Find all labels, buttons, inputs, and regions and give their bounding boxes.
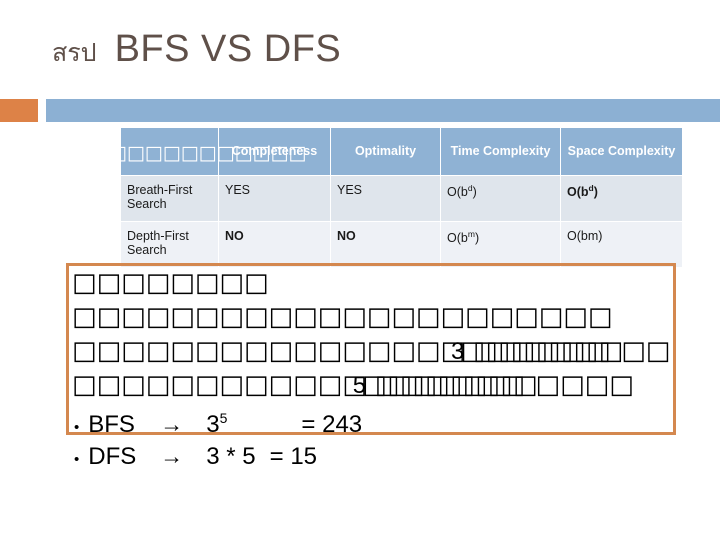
expr-base: 3 <box>206 411 220 438</box>
accent-bar-blue <box>46 99 720 122</box>
cell-space-complexity: O(bm) <box>560 221 683 268</box>
body-line-3-post: □□ <box>621 336 671 366</box>
bullet-list: • BFS → 35 = 243 • DFS → 3 * 5 = 15 <box>74 404 674 474</box>
column-header-time-complexity: Time Complexity <box>440 127 561 176</box>
body-line-4-post: □□□□ <box>535 370 634 400</box>
cell-completeness: NO <box>218 221 331 268</box>
bullet-result-dfs: = 15 <box>269 443 318 470</box>
cell-algorithm-name: Breath-First Search <box>120 175 219 222</box>
column-header-algorithm: □□□□□□□□□□□□□ <box>73 127 306 176</box>
list-item: • DFS → 3 * 5 = 15 <box>74 442 674 474</box>
column-header-space-complexity: Space Complexity <box>560 127 683 176</box>
arrow-right-icon: → <box>160 411 184 437</box>
bullet-expression-dfs: 3 * 5 <box>206 442 255 471</box>
bullet-expression-bfs: 35 <box>206 404 227 439</box>
body-line-1: □□□□□□□□ <box>72 268 269 298</box>
body-line-4-digit: 5 <box>352 372 367 399</box>
bullet-dot-icon: • <box>74 419 80 436</box>
body-line-3: □□□□□□□□□□□□□□□□3□□□□□□□□□□□□ □□ <box>72 334 720 368</box>
cell-completeness: YES <box>218 175 331 222</box>
slide-canvas: สรป BFS VS DFS □□□□□□□□□□□□□ Completenes… <box>0 0 720 540</box>
body-text-block: □□□□□□□□ □□□□□□□□□□□□□□□□□□□□□□ □□□□□□□□… <box>72 266 720 402</box>
cell-time-complexity: O(bd) <box>440 175 561 222</box>
table-row: Breath-First Search YES YES O(bd) O(bd) <box>120 175 683 222</box>
expr-exponent: 5 <box>219 410 228 426</box>
space-base: O(bm) <box>567 229 603 243</box>
column-header-algorithm-label: □□□□□□□□□□□□□ <box>73 142 307 164</box>
bullet-label-dfs: DFS <box>88 443 137 470</box>
bullet-result-bfs: = 243 <box>301 411 363 438</box>
time-tail: ) <box>474 231 480 246</box>
body-line-2: □□□□□□□□□□□□□□□□□□□□□□ <box>72 302 613 332</box>
body-line-3-pre: □□□□□□□□□□□□□□□□ <box>72 336 466 366</box>
body-line-4-narrow: □□□□□□□□□□□□□ <box>362 370 537 400</box>
time-tail: ) <box>472 185 477 200</box>
cell-optimality: YES <box>330 175 441 222</box>
accent-bar-orange <box>0 99 38 122</box>
body-line-3-narrow: □□□□□□□□□□□□ <box>460 336 623 366</box>
column-header-optimality: Optimality <box>330 127 441 176</box>
time-base: O(b <box>447 185 468 200</box>
arrow-right-icon: → <box>160 443 184 469</box>
slide-title: สรป BFS VS DFS <box>52 28 341 73</box>
page-title: BFS VS DFS <box>114 28 342 70</box>
space-base: O(b <box>567 185 589 200</box>
cell-algorithm-name: Depth-First Search <box>120 221 219 268</box>
body-line-4-pre: □□□□□□□□□□□□ <box>72 370 367 400</box>
time-base: O(b <box>447 231 468 246</box>
bfs-dfs-comparison-table: □□□□□□□□□□□□□ Completeness Optimality Ti… <box>73 127 683 268</box>
bullet-label-bfs: BFS <box>88 411 135 438</box>
body-line-4: □□□□□□□□□□□□5□□□□□□□□□□□□□ □□□□ <box>72 368 720 402</box>
table-row: Depth-First Search NO NO O(bm) O(bm) <box>120 221 683 268</box>
time-exponent: m <box>467 229 475 239</box>
body-line-3-digit: 3 <box>451 338 465 365</box>
cell-optimality: NO <box>330 221 441 268</box>
expr-base: 3 * 5 <box>206 443 256 470</box>
bullet-dot-icon: • <box>74 451 80 468</box>
space-tail: ) <box>593 185 598 200</box>
page-title-thai: สรป <box>52 38 97 67</box>
cell-time-complexity: O(bm) <box>440 221 561 268</box>
cell-space-complexity: O(bd) <box>560 175 683 222</box>
list-item: • BFS → 35 = 243 <box>74 404 674 442</box>
table-header-row: □□□□□□□□□□□□□ Completeness Optimality Ti… <box>73 127 683 176</box>
